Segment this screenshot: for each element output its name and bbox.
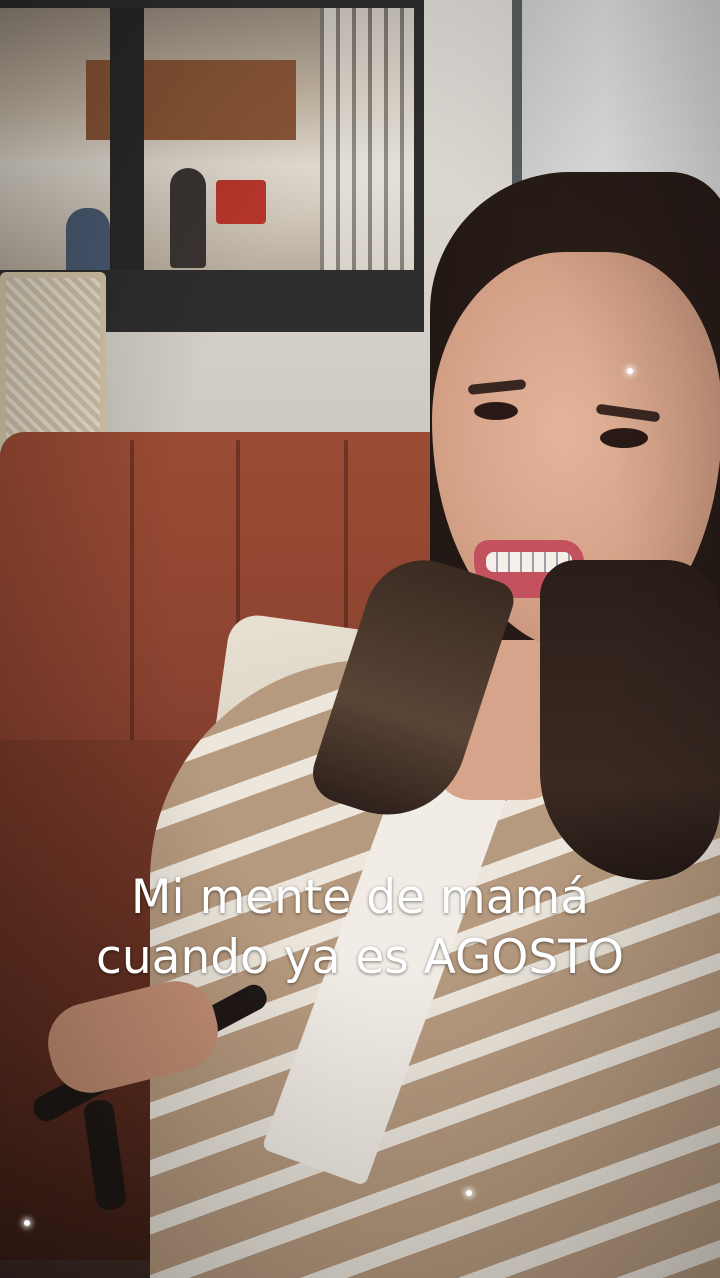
sofa-channel <box>130 440 134 760</box>
reflection-window-bars <box>320 8 414 270</box>
eye <box>474 402 518 420</box>
sparkle-icon <box>466 1190 472 1196</box>
reflection-red-object <box>216 180 266 224</box>
eye <box>600 428 648 448</box>
rattan-chair <box>0 272 106 450</box>
sparkle-icon <box>627 368 633 374</box>
reflection-person <box>66 208 110 270</box>
caption-line-1: Mi mente de mamá <box>130 870 590 925</box>
mirror-reflection <box>0 8 414 270</box>
reflection-post <box>110 8 144 270</box>
caption-overlay: Mi mente de mamá cuando ya es AGOSTO <box>0 868 720 988</box>
hair-strand <box>540 560 720 880</box>
sparkle-icon <box>24 1220 30 1226</box>
photo-frame: Mi mente de mamá cuando ya es AGOSTO <box>0 0 720 1278</box>
caption-line-2: cuando ya es AGOSTO <box>96 930 624 985</box>
reflection-person <box>170 168 206 268</box>
